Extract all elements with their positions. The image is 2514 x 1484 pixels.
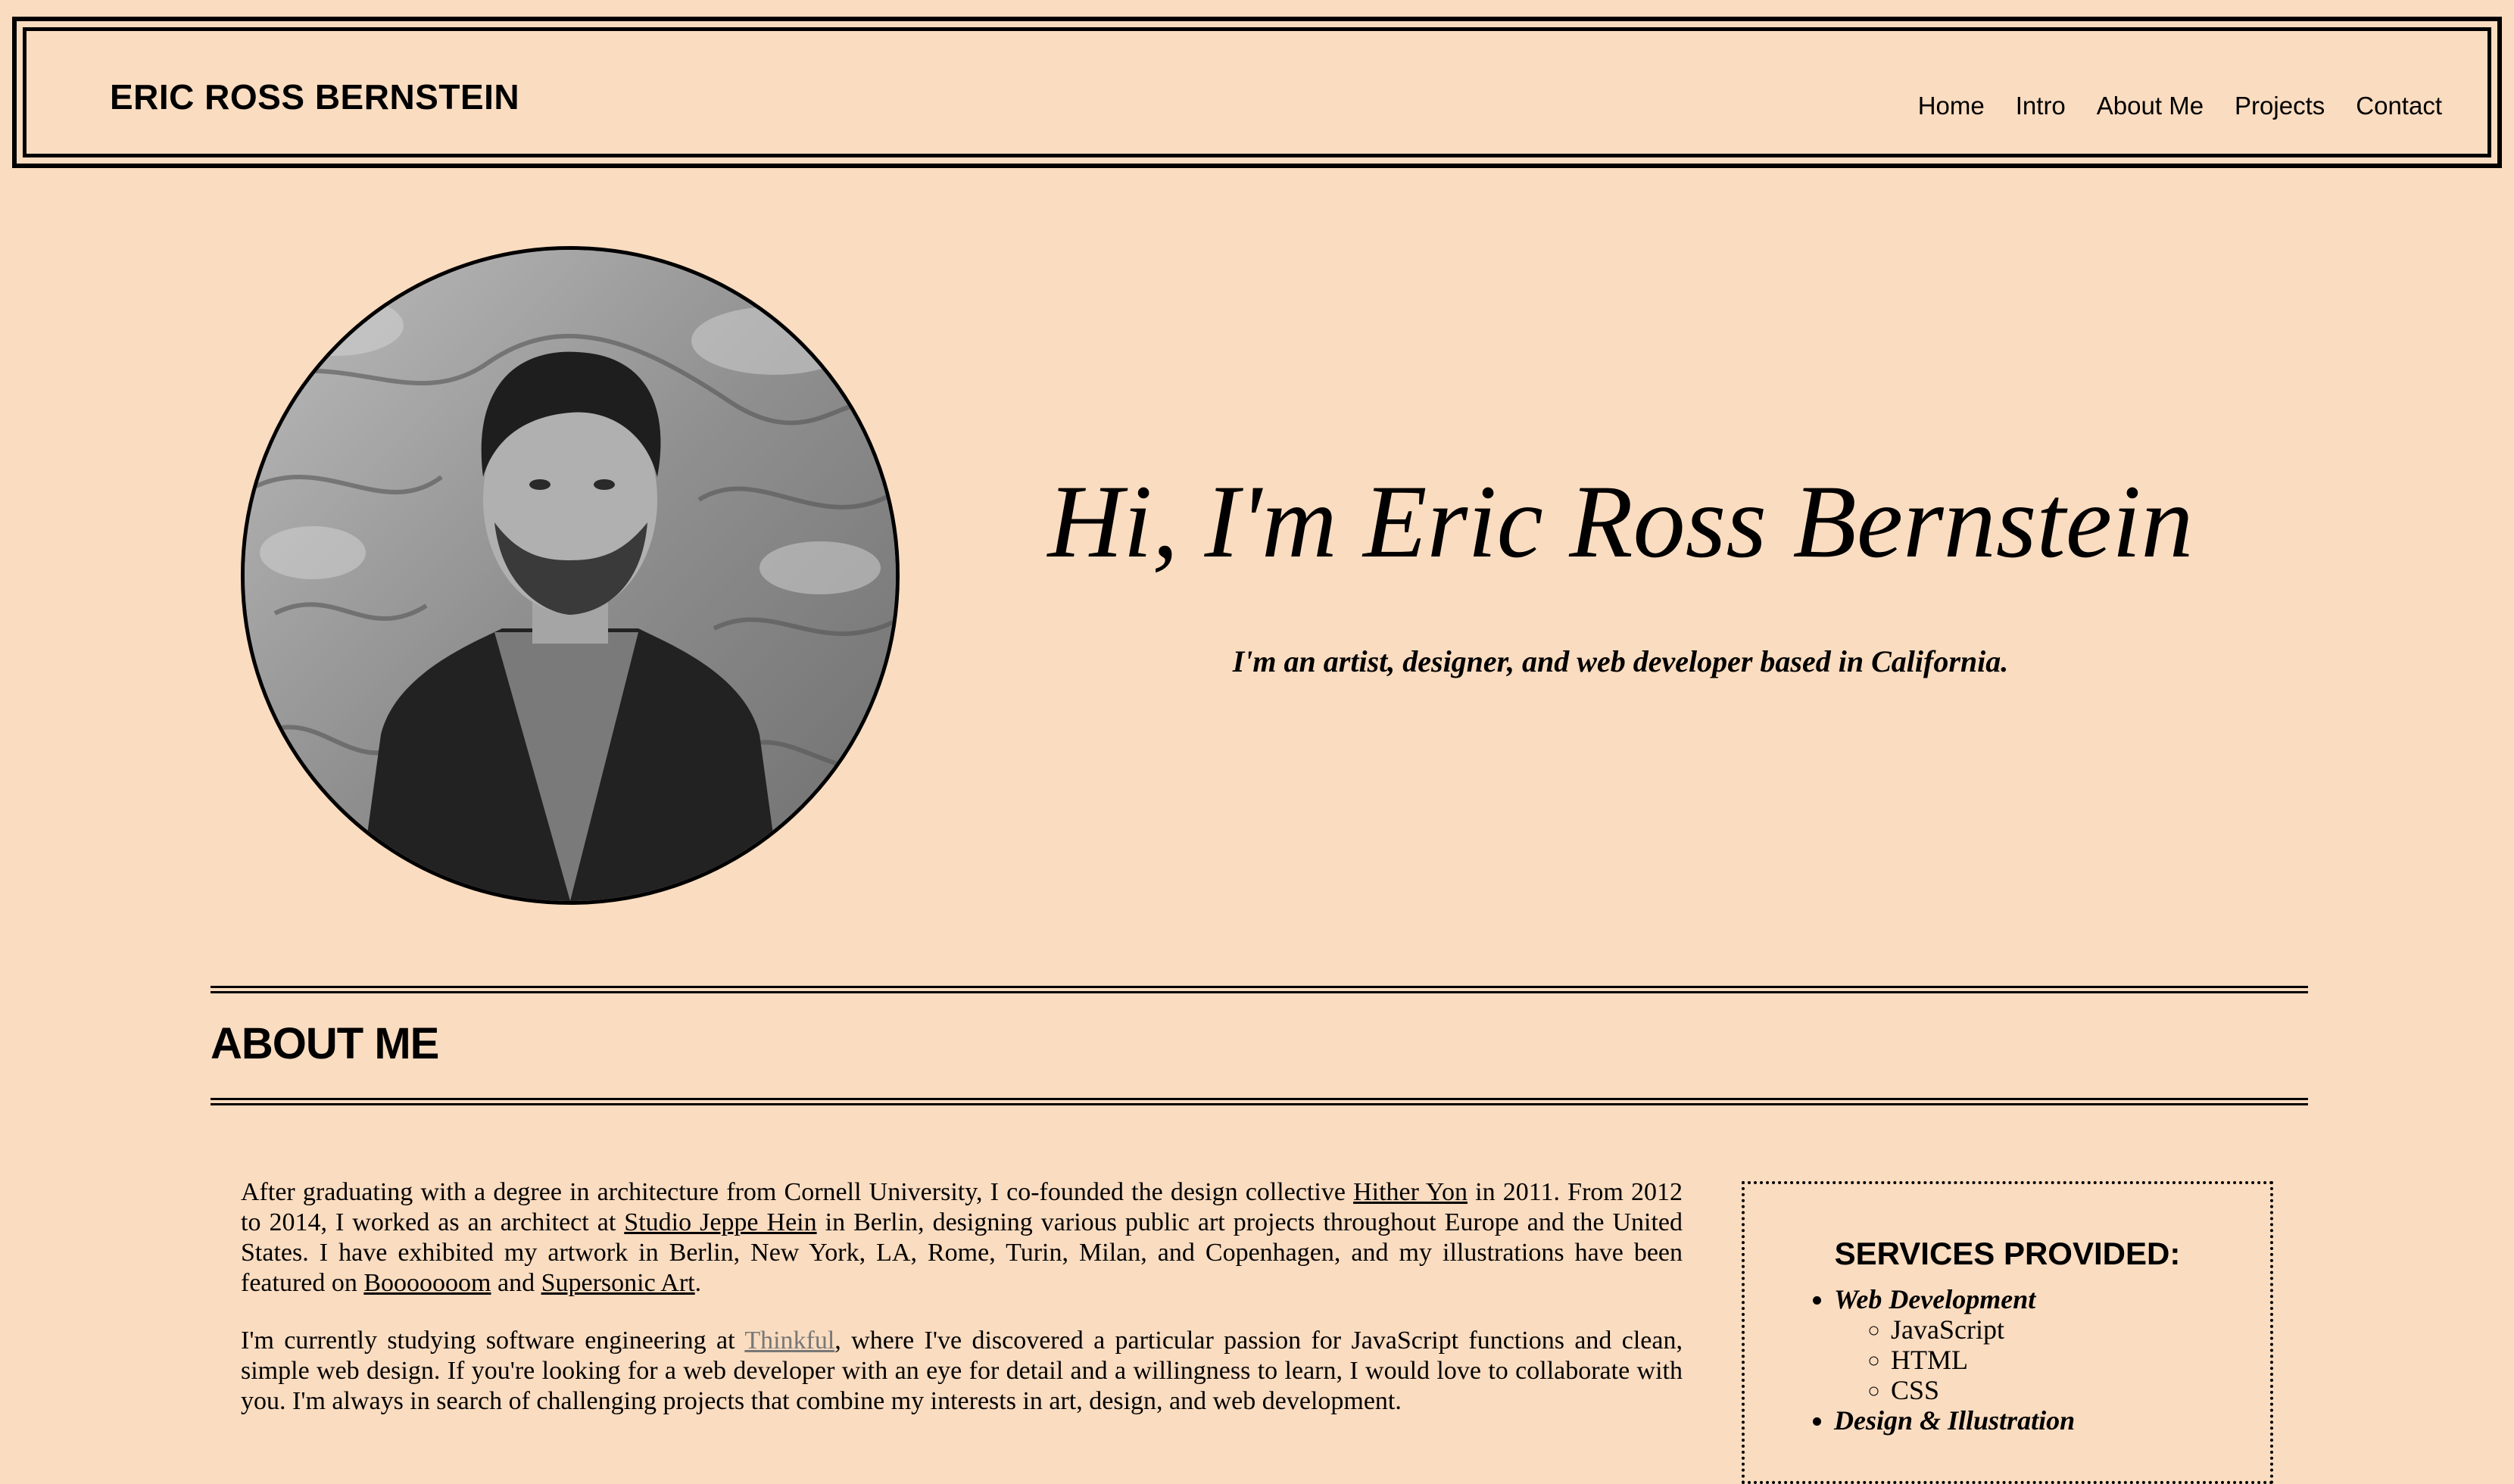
bio-paragraph-2: I'm currently studying software engineer… <box>241 1326 1683 1417</box>
service-category-label: Web Development <box>1834 1284 2036 1314</box>
service-category: Web Development JavaScript HTML CSS <box>1834 1284 2270 1405</box>
service-category-label: Design & Illustration <box>1834 1405 2076 1436</box>
nav-projects[interactable]: Projects <box>2235 92 2325 120</box>
hero-title: Hi, I'm Eric Ross Bernstein <box>1047 463 2194 579</box>
services-box: SERVICES PROVIDED: Web Development JavaS… <box>1742 1181 2273 1484</box>
services-title: SERVICES PROVIDED: <box>1834 1236 2181 1271</box>
nav-about-me[interactable]: About Me <box>2097 92 2204 120</box>
bio-text: and <box>491 1269 541 1297</box>
service-category: Design & Illustration <box>1834 1405 2270 1436</box>
link-thinkful[interactable]: Thinkful <box>744 1327 834 1355</box>
about-bio: After graduating with a degree in archit… <box>241 1177 1683 1444</box>
person-photo-icon <box>245 250 896 901</box>
section-rule-top <box>211 986 2308 993</box>
link-studio-jeppe-hein[interactable]: Studio Jeppe Hein <box>624 1208 816 1236</box>
nav-home[interactable]: Home <box>1918 92 1985 120</box>
header-inner-border: ERIC ROSS BERNSTEIN Home Intro About Me … <box>23 27 2491 157</box>
bio-paragraph-1: After graduating with a degree in archit… <box>241 1177 1683 1298</box>
service-item: CSS <box>1891 1375 2270 1405</box>
nav-contact[interactable]: Contact <box>2356 92 2442 120</box>
link-hither-yon[interactable]: Hither Yon <box>1353 1178 1468 1206</box>
services-list: Web Development JavaScript HTML CSS Desi… <box>1745 1284 2270 1436</box>
site-header: ERIC ROSS BERNSTEIN Home Intro About Me … <box>12 17 2502 168</box>
service-sublist: JavaScript HTML CSS <box>1834 1314 2270 1405</box>
bio-text: I'm currently studying software engineer… <box>241 1327 745 1355</box>
link-supersonic-art[interactable]: Supersonic Art <box>541 1269 695 1297</box>
section-rule-bottom <box>211 1098 2308 1105</box>
bio-text: After graduating with a degree in archit… <box>241 1178 1354 1206</box>
link-booooooom[interactable]: Booooooom <box>363 1269 491 1297</box>
bio-text: . <box>694 1269 702 1297</box>
service-item: HTML <box>1891 1345 2270 1375</box>
profile-photo <box>241 246 900 905</box>
nav-intro[interactable]: Intro <box>2016 92 2066 120</box>
hero-subtitle: I'm an artist, designer, and web develop… <box>1232 644 2009 678</box>
brand-logo[interactable]: ERIC ROSS BERNSTEIN <box>110 76 519 117</box>
service-item: JavaScript <box>1891 1314 2270 1345</box>
main-nav: Home Intro About Me Projects Contact <box>1887 92 2442 120</box>
about-heading: ABOUT ME <box>211 1019 439 1068</box>
